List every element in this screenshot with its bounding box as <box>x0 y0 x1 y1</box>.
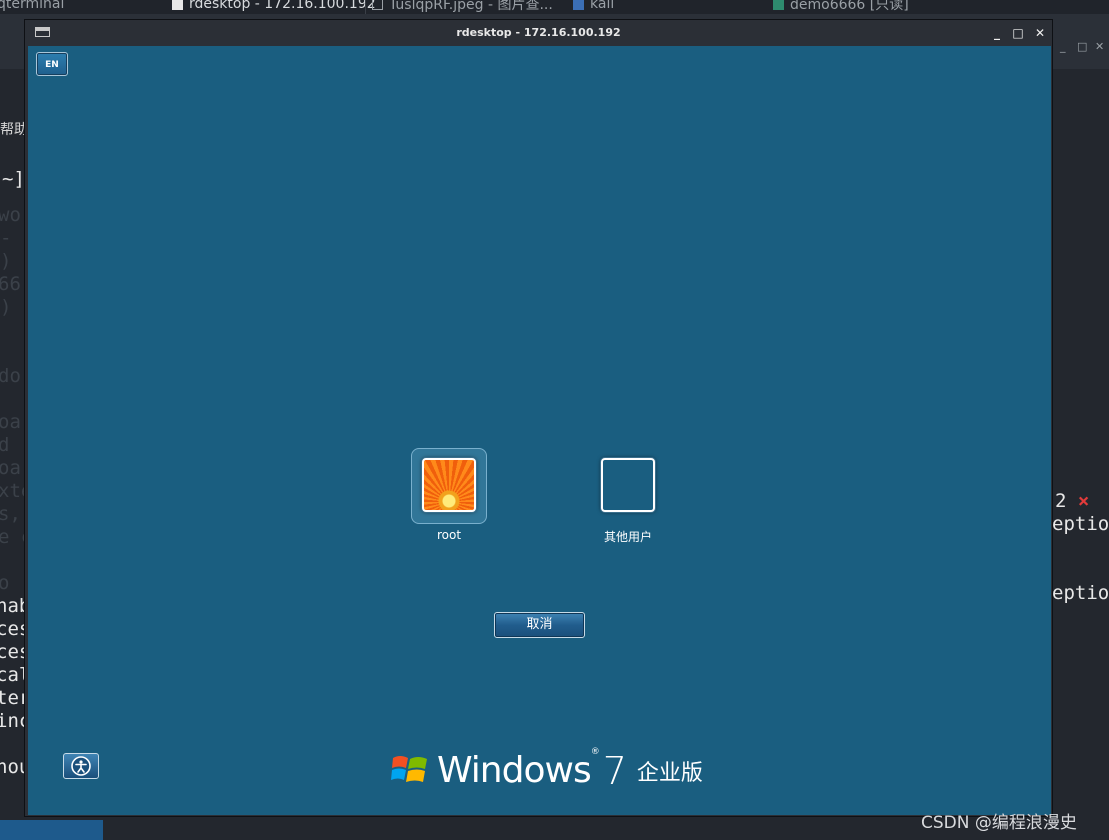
error-x-icon: × <box>1077 490 1090 512</box>
ease-of-access-button[interactable] <box>63 753 99 779</box>
brand-version: 7 <box>602 749 627 793</box>
terminal-line-right: 2 × <box>1055 490 1089 512</box>
taskbar-item-rdesktop[interactable]: rdesktop - 172.16.100.192 <box>172 0 376 13</box>
taskbar-item-image-viewer[interactable]: TuslqpRF.jpeg - 图片查... <box>372 0 553 13</box>
image-icon <box>372 0 383 10</box>
line-text: 2 <box>1055 490 1067 512</box>
taskbar-label: TuslqpRF.jpeg - 图片查... <box>389 0 553 13</box>
close-icon[interactable]: ✕ <box>1095 40 1104 53</box>
windows-login-screen: EN root 其他用户 取消 Windows ® 7 企业版 <box>28 46 1051 815</box>
flower-avatar-icon <box>422 458 476 512</box>
window-titlebar[interactable]: rdesktop - 172.16.100.192 _ □ ✕ <box>25 20 1052 45</box>
taskbar-label: demo6666 [只读] <box>790 0 909 13</box>
folder-icon <box>573 0 584 10</box>
terminal-line: ) <box>0 250 12 272</box>
divider <box>365 0 366 14</box>
taskbar-item-demo[interactable]: demo6666 [只读] <box>773 0 909 13</box>
windows-7-logo: Windows ® 7 企业版 <box>391 743 703 791</box>
user-name: root <box>436 528 462 542</box>
panel-strip <box>0 820 103 840</box>
windows-flag-icon <box>391 756 427 782</box>
terminal-line-right: eptio <box>1052 582 1109 604</box>
taskbar-item-qterminal[interactable]: qterminal <box>0 0 64 13</box>
taskbar-item-kali[interactable]: kali <box>573 0 614 13</box>
close-button[interactable]: ✕ <box>1032 25 1048 41</box>
window-title: rdesktop - 172.16.100.192 <box>456 26 621 39</box>
language-indicator[interactable]: EN <box>36 52 68 76</box>
terminal-line: oa <box>0 411 21 433</box>
taskbar-label: rdesktop - 172.16.100.192 <box>189 0 376 12</box>
prompt-text: ~] <box>2 168 25 190</box>
cancel-button[interactable]: 取消 <box>494 612 585 638</box>
taskbar-label: qterminal <box>0 0 65 12</box>
brand-windows: Windows <box>437 750 592 791</box>
watermark: CSDN @编程浪漫史 <box>921 813 1077 833</box>
host-taskbar: qterminal rdesktop - 172.16.100.192 Tusl… <box>0 0 1109 14</box>
taskbar-label: kali <box>590 0 615 12</box>
blank-avatar-icon <box>601 458 655 512</box>
minimize-icon[interactable]: _ <box>1060 40 1066 53</box>
rdesktop-window: rdesktop - 172.16.100.192 _ □ ✕ EN root … <box>24 19 1053 817</box>
maximize-icon[interactable]: □ <box>1077 40 1087 53</box>
terminal-line: s, <box>0 503 21 525</box>
user-tile-root[interactable]: root <box>411 448 491 548</box>
user-tile-other[interactable]: 其他用户 <box>590 448 670 548</box>
terminal-line: ) <box>0 296 12 318</box>
trademark-icon: ® <box>590 747 600 757</box>
maximize-button[interactable]: □ <box>1010 25 1026 41</box>
brand-edition: 企业版 <box>636 761 703 786</box>
window-icon <box>172 0 183 10</box>
terminal-line: do <box>0 365 21 387</box>
terminal-line: oa <box>0 457 21 479</box>
minimize-button[interactable]: _ <box>989 25 1005 41</box>
app-icon <box>773 0 784 10</box>
terminal-line: o <box>0 572 10 594</box>
terminal-prompt: ~] <box>2 168 25 190</box>
terminal-line: d <box>0 434 10 456</box>
terminal-line-right: eptio <box>1052 513 1109 535</box>
user-name: 其他用户 <box>603 530 652 544</box>
terminal-line: - <box>0 227 12 249</box>
terminal-line: 66 <box>0 273 21 295</box>
ease-of-access-icon <box>71 756 91 776</box>
